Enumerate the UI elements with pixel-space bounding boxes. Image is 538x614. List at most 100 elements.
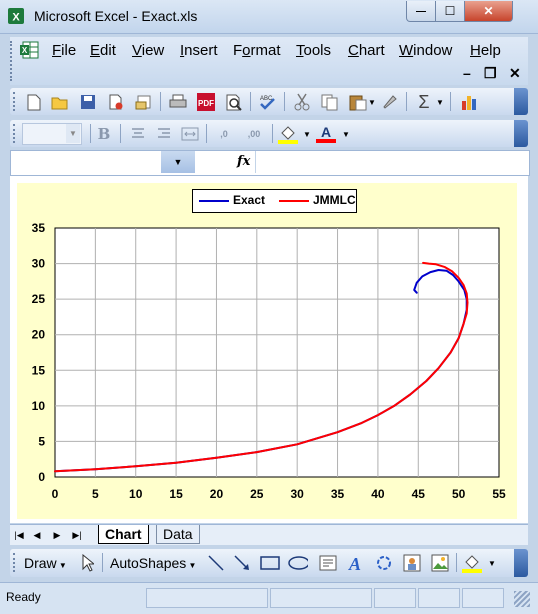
toolbar-options-button[interactable] [514,120,528,147]
formula-input[interactable] [255,151,528,173]
menu-label-rest: iew [141,42,165,59]
first-sheet-button[interactable]: |◀ [12,528,26,542]
plot-area[interactable] [54,227,500,478]
autosum-dropdown-icon[interactable]: ▼ [436,98,444,107]
line-icon[interactable] [206,553,226,573]
y-tick-label: 30 [32,257,46,271]
close-icon: ✕ [483,4,494,18]
status-panel [270,588,372,608]
menu-tools[interactable]: Tools [296,42,331,59]
arrow-icon[interactable] [232,553,252,573]
x-tick-label: 15 [169,487,183,501]
font-color-swatch [316,139,336,143]
sheet-tab-bar: |◀ ◀ ▶ ▶| Chart Data [10,524,528,545]
previous-sheet-button[interactable]: ◀ [30,528,44,542]
draw-fill-color-icon[interactable] [462,553,482,573]
separator [120,124,121,143]
next-sheet-button[interactable]: ▶ [50,528,64,542]
toolbar-grip[interactable] [13,553,18,572]
print-icon[interactable] [168,92,188,112]
maximize-button[interactable]: ☐ [435,1,465,22]
font-color-icon[interactable]: A [316,124,336,144]
select-objects-icon[interactable] [78,553,98,573]
chart-svg[interactable]: 0 5 10 15 20 25 30 35 40 45 50 55 0 5 10 15 20 25 30 35 [17,183,517,519]
title-bar: X Microsoft Excel - Exact.xls — ☐ ✕ [0,0,538,34]
email-icon[interactable] [134,92,154,112]
autoshapes-menu-button[interactable]: AutoShapes ▼ [110,555,196,571]
menu-chart[interactable]: Chart [348,42,385,59]
doc-restore-button[interactable]: ❐ [484,65,497,82]
last-sheet-button[interactable]: ▶| [70,528,84,542]
menu-accelerator: o [242,42,251,59]
name-box[interactable] [11,151,161,173]
menu-format[interactable]: Format [233,42,281,59]
font-color-dropdown-icon[interactable]: ▼ [342,130,350,139]
spelling-icon[interactable]: ABC [258,92,278,112]
x-tick-label: 35 [331,487,345,501]
toolbar-options-button[interactable] [514,88,528,115]
insert-function-icon[interactable]: fx [237,154,250,169]
align-center-icon[interactable] [128,124,148,144]
draw-fill-color-dropdown-icon[interactable]: ▼ [488,559,496,568]
x-tick-label: 25 [250,487,264,501]
cut-icon[interactable] [292,92,312,112]
format-painter-icon[interactable] [380,92,400,112]
tab-chart[interactable]: Chart [98,525,149,544]
clip-art-icon[interactable] [402,553,422,573]
decrease-decimal-button[interactable]: ,00 [242,124,266,144]
paste-icon[interactable] [348,92,368,112]
menu-insert[interactable]: Insert [180,42,218,59]
doc-close-button[interactable]: ✕ [509,65,521,82]
research-icon[interactable]: PDF [196,92,216,112]
toolbar-grip[interactable] [13,92,18,111]
resize-grip[interactable] [514,591,530,607]
copy-icon[interactable] [320,92,340,112]
workbook-icon[interactable]: X [20,41,40,59]
menu-edit[interactable]: Edit [90,42,116,59]
rectangle-icon[interactable] [260,553,280,573]
merge-center-icon[interactable] [180,124,200,144]
doc-minimize-button[interactable]: – [463,65,471,81]
fill-color-dropdown-icon[interactable]: ▼ [303,130,311,139]
save-icon[interactable] [78,92,98,112]
svg-text:X: X [12,12,20,24]
menu-grip[interactable] [10,41,15,81]
status-bar: Ready [0,582,538,614]
menu-file[interactable]: File [52,42,76,59]
x-tick-label: 5 [92,487,99,501]
align-right-icon[interactable] [154,124,174,144]
close-button[interactable]: ✕ [464,1,513,22]
increase-decimal-label: ,0 [220,129,228,139]
x-tick-label: 30 [291,487,305,501]
tab-data[interactable]: Data [156,525,200,544]
increase-decimal-button[interactable]: ,0 [212,124,236,144]
menu-accelerator: T [296,42,304,59]
menu-label-prefix: F [233,42,243,59]
oval-icon[interactable] [288,553,308,573]
diagram-icon[interactable] [374,553,394,573]
menu-view[interactable]: View [132,42,164,59]
toolbar-options-button[interactable] [514,549,528,577]
permission-icon[interactable] [106,92,126,112]
insert-picture-icon[interactable] [430,553,450,573]
autosum-icon[interactable]: Σ [414,92,434,112]
open-icon[interactable] [50,92,70,112]
text-box-icon[interactable] [318,553,338,573]
svg-text:PDF: PDF [198,99,214,108]
wordart-icon[interactable]: A [346,553,366,573]
minimize-button[interactable]: — [406,1,436,22]
chart-legend[interactable]: Exact JMMLC [192,189,357,213]
fill-color-icon[interactable] [278,124,298,144]
separator [206,124,207,143]
draw-menu-button[interactable]: Draw ▼ [24,555,67,571]
toolbar-grip[interactable] [13,124,18,143]
font-size-dropdown-icon[interactable]: ▼ [66,124,80,143]
menu-help[interactable]: Help [470,42,501,59]
paste-dropdown-icon[interactable]: ▼ [368,98,376,107]
print-preview-icon[interactable] [224,92,244,112]
chart-wizard-icon[interactable] [460,92,480,112]
menu-window[interactable]: Window [399,42,452,59]
name-box-dropdown-icon[interactable]: ▼ [161,151,195,173]
bold-button[interactable]: B [94,124,114,144]
new-icon[interactable] [24,92,44,112]
